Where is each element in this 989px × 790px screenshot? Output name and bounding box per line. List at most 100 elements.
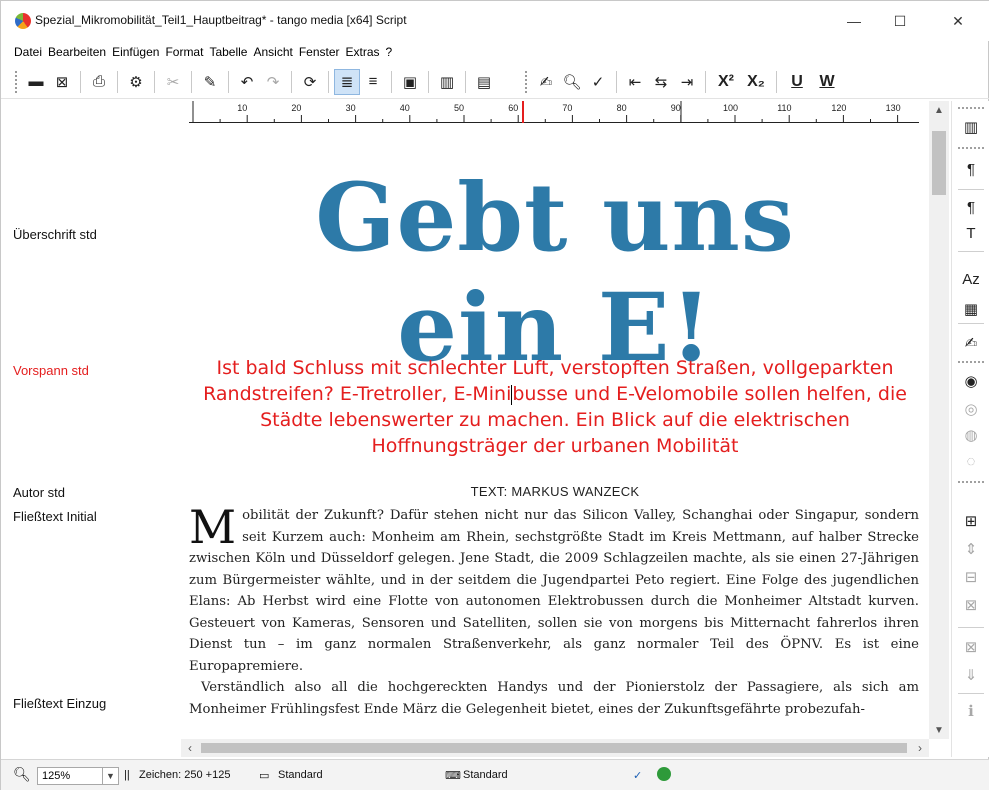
edit-note-icon[interactable]: ✍ — [958, 331, 984, 355]
globe-icon[interactable]: ◌ — [958, 449, 984, 473]
vertical-scrollbar[interactable]: ▲ ▼ — [929, 101, 949, 739]
body-paragraph-1-text: obilität der Zukunft? Dafür stehen nicht… — [189, 508, 919, 674]
style-label-body-initial[interactable]: Fließtext Initial — [13, 509, 97, 524]
move-row-icon[interactable]: ⇕ — [958, 537, 984, 561]
menu-tabelle[interactable]: Tabelle — [206, 45, 250, 59]
page-layout-icon[interactable]: ▥ — [958, 115, 984, 139]
toolbar-grip[interactable] — [15, 70, 19, 93]
vertical-scroll-thumb[interactable] — [932, 131, 946, 195]
image-frame-icon[interactable]: ▤ — [471, 69, 497, 95]
align-left-icon[interactable]: ≡ — [360, 69, 386, 95]
word-underline-button[interactable]: W — [812, 69, 842, 95]
mode-standard-1[interactable]: Standard — [278, 769, 323, 781]
toolbar-separator — [191, 70, 192, 93]
horizontal-scrollbar[interactable]: ‹ › — [181, 739, 929, 757]
menu-ansicht[interactable]: Ansicht — [250, 45, 295, 59]
style-label-body-indent[interactable]: Fließtext Einzug — [13, 696, 106, 711]
text-format-icon[interactable]: T — [958, 221, 984, 245]
column-marker-icon: || — [124, 769, 130, 781]
paragraph-format-icon[interactable]: ¶ — [958, 157, 984, 181]
scroll-down-icon[interactable]: ▼ — [929, 721, 949, 739]
lead-paragraph[interactable]: Ist bald Schluss mit schlechter Luft, ve… — [191, 355, 919, 459]
globe-search-icon[interactable]: ◎ — [958, 397, 984, 421]
print-icon[interactable]: ⎙ — [86, 69, 112, 95]
undo-icon[interactable]: ↶ — [234, 69, 260, 95]
insert-link-icon[interactable]: ⇆ — [648, 69, 674, 95]
document-page[interactable]: Gebt uns ein E! Ist bald Schluss mit sch… — [181, 123, 929, 739]
page-view-icon[interactable]: ▣ — [397, 69, 423, 95]
toolbar-grip[interactable] — [525, 70, 529, 93]
scroll-left-icon[interactable]: ‹ — [181, 739, 199, 757]
scroll-right-icon[interactable]: › — [911, 739, 929, 757]
menu-format[interactable]: Format — [162, 45, 206, 59]
mode-standard-2[interactable]: Standard — [463, 769, 508, 781]
toolbar-grip[interactable] — [958, 147, 984, 149]
settings-gears-icon[interactable]: ⚙ — [123, 69, 149, 95]
save-icon[interactable]: ▬ — [23, 69, 49, 95]
delete-all-icon[interactable]: ⊠ — [958, 635, 984, 659]
search-icon[interactable]: 🔍︎ — [559, 69, 585, 95]
refresh-icon[interactable]: ⟳ — [297, 69, 323, 95]
zoom-select[interactable]: 125% ▼ — [37, 767, 119, 785]
close-button[interactable]: ✕ — [935, 7, 981, 35]
minimize-button[interactable]: — — [831, 7, 877, 35]
underline-button[interactable]: U — [782, 69, 812, 95]
style-label-author[interactable]: Autor std — [13, 485, 65, 500]
author-line[interactable]: TEXT: MARKUS WANZECK — [181, 484, 929, 499]
window-title: Spezial_Mikromobilität_Teil1_Hauptbeitra… — [35, 13, 407, 27]
align-justify-icon[interactable]: ≣ — [334, 68, 360, 95]
horizontal-scroll-thumb[interactable] — [201, 743, 907, 753]
remove-row-icon[interactable]: ⊟ — [958, 565, 984, 589]
ruler[interactable]: 10 20 30 40 50 60 70 80 90 100 110 120 130 — [189, 101, 919, 123]
redo-icon[interactable]: ↷ — [260, 69, 286, 95]
cut-icon[interactable]: ✂ — [160, 69, 186, 95]
scroll-up-icon[interactable]: ▲ — [929, 101, 949, 119]
insert-row-icon[interactable]: ⊞ — [958, 509, 984, 533]
ruler-tick-label: 30 — [346, 103, 356, 113]
eyedropper-icon[interactable]: ✎ — [197, 69, 223, 95]
columns-icon[interactable]: ▥ — [434, 69, 460, 95]
insert-before-icon[interactable]: ⇤ — [622, 69, 648, 95]
info-icon[interactable]: ℹ — [958, 699, 984, 723]
spellcheck-icon[interactable]: ✓ — [585, 69, 611, 95]
toolbar-separator — [80, 70, 81, 93]
chevron-down-icon[interactable]: ▼ — [102, 768, 118, 784]
body-text[interactable]: Mobilität der Zukunft? Dafür stehen nich… — [189, 500, 919, 720]
zoom-icon[interactable]: 🔍︎ — [13, 766, 31, 783]
maximize-button[interactable]: ☐ — [877, 7, 923, 35]
toolbar-separator — [228, 70, 229, 93]
menu-fenster[interactable]: Fenster — [296, 45, 343, 59]
paragraph-mark-icon[interactable]: ¶ — [958, 195, 984, 219]
delete-row-icon[interactable]: ⊠ — [958, 593, 984, 617]
table-icon[interactable]: ▦ — [958, 297, 984, 321]
globe-edit-icon[interactable]: ◉ — [958, 369, 984, 393]
move-down-icon[interactable]: ⇓ — [958, 663, 984, 687]
drop-cap: M — [189, 500, 237, 554]
toolbar-grip[interactable] — [958, 107, 984, 109]
insert-after-icon[interactable]: ⇥ — [674, 69, 700, 95]
ruler-tick-label: 20 — [291, 103, 301, 113]
spellcheck-status-icon[interactable]: ✓ — [633, 769, 642, 782]
globe-check-icon[interactable]: ◍ — [958, 423, 984, 447]
menu-datei[interactable]: Datei — [11, 45, 45, 59]
ruler-tick-label: 40 — [400, 103, 410, 113]
toolbar-grip[interactable] — [958, 361, 984, 363]
sort-az-icon[interactable]: Az — [958, 267, 984, 291]
style-label-lead[interactable]: Vorspann std — [13, 363, 89, 378]
subscript-button[interactable]: X₂ — [741, 69, 771, 95]
style-label-headline[interactable]: Überschrift std — [13, 227, 97, 242]
menu-einfuegen[interactable]: Einfügen — [109, 45, 162, 59]
toolbar-separator — [328, 70, 329, 93]
main-toolbar: ▬ ⊠ ⎙ ⚙ ✂ ✎ ↶ ↷ ⟳ ≣ ≡ ▣ ▥ ▤ ✍ 🔍︎ ✓ ⇤ ⇆ ⇥… — [1, 65, 989, 99]
ruler-tick-label: 130 — [886, 103, 901, 113]
superscript-button[interactable]: X² — [711, 69, 741, 95]
toolbar-grip[interactable] — [958, 481, 984, 483]
menu-extras[interactable]: Extras — [343, 45, 383, 59]
app-logo-icon — [15, 13, 31, 29]
headline-line-1[interactable]: Gebt uns — [181, 163, 929, 273]
menu-bearbeiten[interactable]: Bearbeiten — [45, 45, 109, 59]
close-doc-icon[interactable]: ⊠ — [49, 69, 75, 95]
edit-note-icon[interactable]: ✍ — [533, 69, 559, 95]
menu-help[interactable]: ? — [383, 45, 396, 59]
body-paragraph-indent: Verständlich also all die hochgereckten … — [189, 680, 919, 717]
